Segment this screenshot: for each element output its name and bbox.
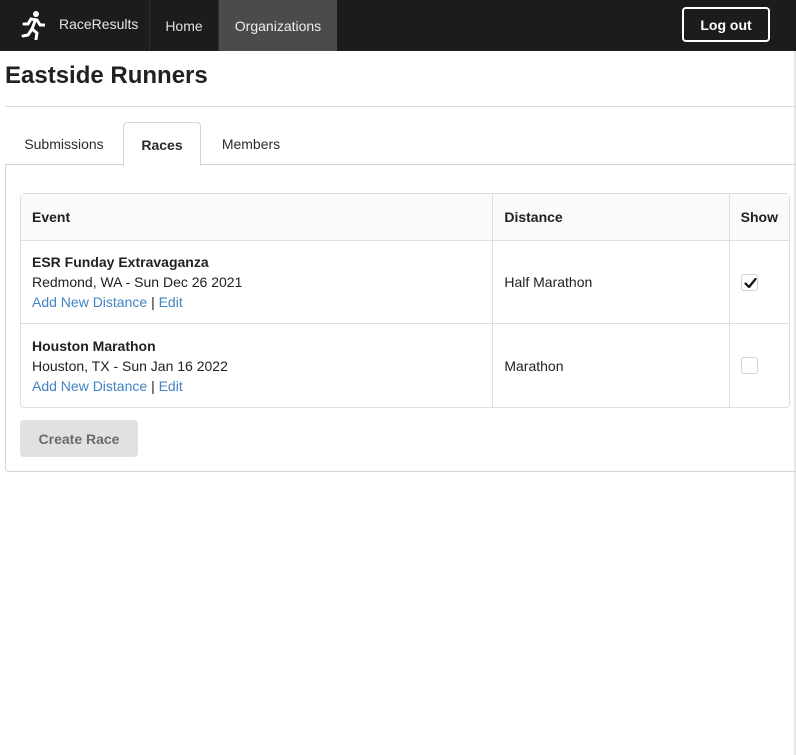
event-cell: ESR Funday Extravaganza Redmond, WA - Su… <box>21 241 493 324</box>
distance-cell: Half Marathon <box>492 241 729 324</box>
distance-cell: Marathon <box>492 324 728 407</box>
race-name: ESR Funday Extravaganza <box>32 254 209 270</box>
nav-home[interactable]: Home <box>150 0 219 51</box>
race-actions: Add New Distance | Edit <box>32 292 481 312</box>
table-row: ESR Funday Extravaganza Redmond, WA - Su… <box>21 241 789 324</box>
races-table: Event Distance Show ESR Funday Extravaga… <box>20 193 790 408</box>
top-navbar: RaceResults Home Organizations Log out <box>0 0 796 51</box>
checkmark-icon <box>744 277 757 288</box>
show-cell <box>728 324 789 407</box>
show-checkbox[interactable] <box>740 273 758 291</box>
link-separator: | <box>151 377 155 394</box>
title-divider <box>5 106 796 107</box>
brand-label: RaceResults <box>59 16 139 32</box>
brand-link[interactable]: RaceResults <box>0 0 150 51</box>
header-distance: Distance <box>492 194 729 241</box>
header-show: Show <box>728 194 789 241</box>
create-race-button[interactable]: Create Race <box>20 420 138 457</box>
table-row: Houston Marathon Houston, TX - Sun Jan 1… <box>21 324 789 407</box>
header-event: Event <box>21 194 493 241</box>
show-cell <box>728 241 789 324</box>
race-actions: Add New Distance | Edit <box>32 376 481 396</box>
tab-races[interactable]: Races <box>123 122 201 166</box>
tab-members[interactable]: Members <box>202 122 300 165</box>
nav-organizations[interactable]: Organizations <box>219 0 337 51</box>
event-cell: Houston Marathon Houston, TX - Sun Jan 1… <box>21 324 492 407</box>
link-separator: | <box>151 294 155 310</box>
add-new-distance-link[interactable]: Add New Distance <box>32 378 147 394</box>
race-name: Houston Marathon <box>32 337 156 354</box>
logout-button[interactable]: Log out <box>682 7 770 42</box>
race-location-date: Houston, TX - Sun Jan 16 2022 <box>32 357 228 374</box>
table-header-row: Event Distance Show <box>21 194 789 241</box>
show-checkbox[interactable] <box>740 357 758 374</box>
race-location-date: Redmond, WA - Sun Dec 26 2021 <box>32 274 243 290</box>
page-title: Eastside Runners <box>5 62 208 89</box>
tab-submissions[interactable]: Submissions <box>6 122 122 165</box>
add-new-distance-link[interactable]: Add New Distance <box>32 294 147 310</box>
edit-race-link[interactable]: Edit <box>159 378 183 394</box>
edit-race-link[interactable]: Edit <box>159 294 183 310</box>
runner-icon <box>21 10 46 41</box>
